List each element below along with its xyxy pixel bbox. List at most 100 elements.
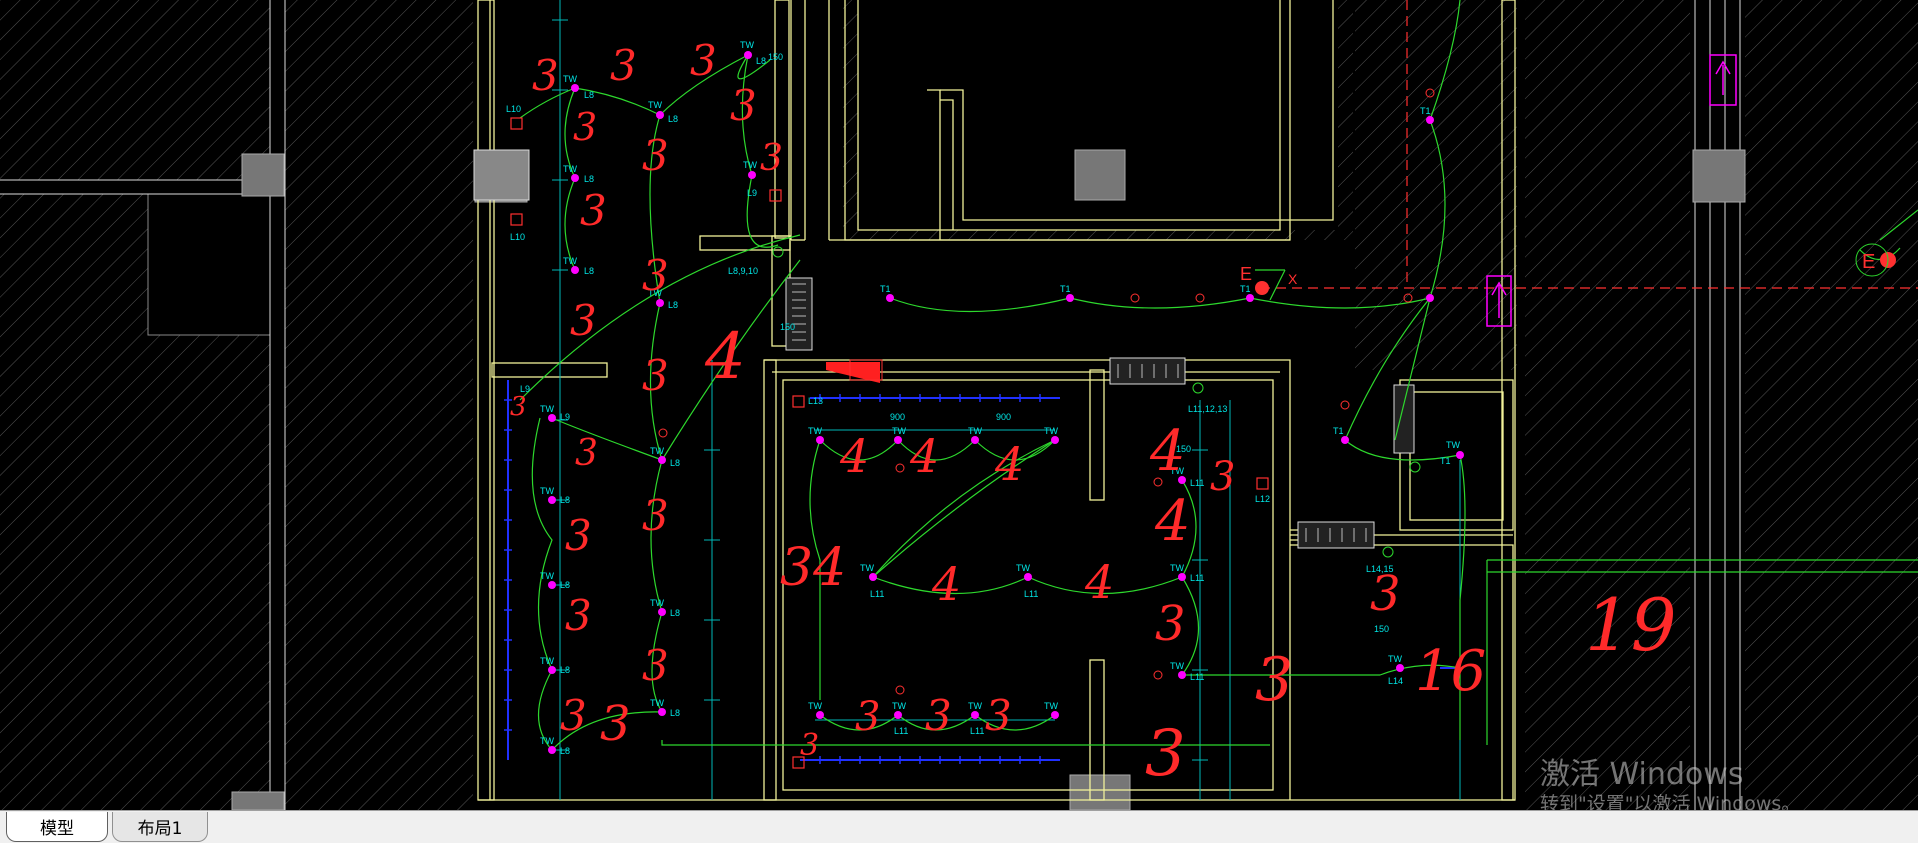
svg-text:900: 900: [890, 412, 905, 422]
svg-text:3: 3: [730, 81, 757, 130]
svg-text:150: 150: [768, 52, 783, 62]
svg-text:150: 150: [780, 322, 795, 332]
svg-text:4: 4: [909, 429, 939, 483]
svg-text:L11: L11: [1190, 478, 1204, 488]
svg-text:L14: L14: [1388, 676, 1403, 686]
svg-text:3: 3: [642, 351, 669, 400]
svg-text:E: E: [1862, 251, 1875, 273]
tab-layout1[interactable]: 布局1: [112, 812, 208, 842]
svg-text:3: 3: [1370, 566, 1401, 622]
svg-text:TW: TW: [740, 40, 754, 50]
svg-text:16: 16: [1415, 639, 1486, 704]
cad-drawing-canvas[interactable]: TW L8 TW L8 TW L8 TW L8 TW L8 TW L8 TW L8 TW L8 …: [0, 0, 1918, 810]
svg-text:L8: L8: [670, 458, 680, 468]
svg-text:3: 3: [600, 696, 631, 752]
svg-text:3: 3: [985, 691, 1012, 740]
svg-text:3: 3: [510, 392, 527, 422]
svg-text:3: 3: [642, 131, 669, 180]
svg-text:3: 3: [570, 296, 597, 345]
svg-text:TW: TW: [540, 486, 554, 496]
svg-text:3: 3: [1145, 717, 1186, 791]
svg-text:T1: T1: [1240, 284, 1251, 294]
svg-text:3: 3: [565, 511, 592, 560]
svg-text:L12: L12: [1255, 494, 1270, 504]
svg-text:L8: L8: [668, 300, 678, 310]
svg-text:L8: L8: [756, 56, 766, 66]
svg-text:3: 3: [573, 105, 597, 149]
svg-text:L10: L10: [510, 232, 525, 242]
svg-text:3: 3: [610, 41, 637, 90]
svg-text:L11: L11: [970, 726, 984, 736]
svg-text:TW: TW: [808, 426, 822, 436]
svg-text:TW: TW: [563, 164, 577, 174]
svg-text:L9: L9: [747, 188, 757, 198]
svg-text:3: 3: [800, 728, 819, 763]
svg-text:L8: L8: [584, 90, 594, 100]
svg-text:T1: T1: [1060, 284, 1071, 294]
svg-text:L8: L8: [670, 608, 680, 618]
svg-text:L8: L8: [670, 708, 680, 718]
svg-text:L8,9,10: L8,9,10: [728, 266, 758, 276]
hatched-wall-regions: [0, 0, 1918, 810]
svg-text:T1: T1: [1440, 456, 1451, 466]
svg-text:L11: L11: [870, 589, 884, 599]
svg-text:3: 3: [1155, 596, 1186, 652]
svg-text:L10: L10: [506, 104, 521, 114]
svg-text:TW: TW: [1170, 661, 1184, 671]
svg-text:TW: TW: [563, 256, 577, 266]
svg-text:L8: L8: [584, 266, 594, 276]
svg-text:TW: TW: [808, 701, 822, 711]
svg-text:TW: TW: [860, 563, 874, 573]
svg-text:3: 3: [925, 691, 952, 740]
svg-text:L8: L8: [560, 495, 570, 505]
svg-text:X: X: [1288, 271, 1298, 287]
svg-text:E: E: [1240, 264, 1252, 284]
svg-text:TW: TW: [540, 571, 554, 581]
svg-text:34: 34: [780, 538, 846, 598]
svg-text:L11: L11: [894, 726, 908, 736]
svg-text:3: 3: [560, 691, 587, 740]
svg-text:TW: TW: [650, 598, 664, 608]
svg-text:TW: TW: [563, 74, 577, 84]
door-hatching: [792, 283, 1367, 542]
svg-text:4: 4: [994, 437, 1024, 491]
tab-model[interactable]: 模型: [6, 812, 108, 842]
svg-text:150: 150: [1374, 624, 1389, 634]
svg-text:L9: L9: [560, 412, 570, 422]
svg-text:L11,12,13: L11,12,13: [1188, 404, 1227, 414]
svg-text:TW: TW: [648, 100, 662, 110]
svg-text:3: 3: [532, 51, 559, 100]
svg-text:TW: TW: [650, 446, 664, 456]
svg-text:TW: TW: [1446, 440, 1460, 450]
svg-text:T1: T1: [880, 284, 891, 294]
svg-text:3: 3: [1255, 645, 1293, 715]
svg-text:L8: L8: [560, 580, 570, 590]
svg-text:TW: TW: [1388, 654, 1402, 664]
junction-points: [772, 246, 1421, 558]
svg-text:4: 4: [1084, 555, 1114, 609]
svg-text:4: 4: [1149, 419, 1186, 484]
svg-text:900: 900: [996, 412, 1011, 422]
svg-text:3: 3: [642, 251, 669, 300]
svg-text:TW: TW: [892, 426, 906, 436]
svg-text:T1: T1: [1420, 106, 1431, 116]
svg-text:L8: L8: [560, 665, 570, 675]
svg-text:4: 4: [704, 320, 746, 394]
svg-text:3: 3: [642, 641, 669, 690]
svg-text:TW: TW: [540, 736, 554, 746]
svg-text:L11: L11: [1190, 672, 1204, 682]
svg-text:L8: L8: [560, 746, 570, 756]
svg-text:L8: L8: [584, 174, 594, 184]
svg-text:TW: TW: [540, 404, 554, 414]
svg-text:L11: L11: [1190, 573, 1204, 583]
svg-text:4: 4: [931, 557, 961, 611]
svg-text:TW: TW: [1044, 426, 1058, 436]
svg-text:3: 3: [575, 433, 598, 474]
svg-text:L8: L8: [668, 114, 678, 124]
svg-text:19: 19: [1585, 583, 1677, 667]
svg-text:TW: TW: [1016, 563, 1030, 573]
svg-text:TW: TW: [968, 426, 982, 436]
svg-text:4: 4: [1154, 489, 1191, 554]
svg-text:3: 3: [642, 491, 669, 540]
svg-text:4: 4: [839, 429, 869, 483]
